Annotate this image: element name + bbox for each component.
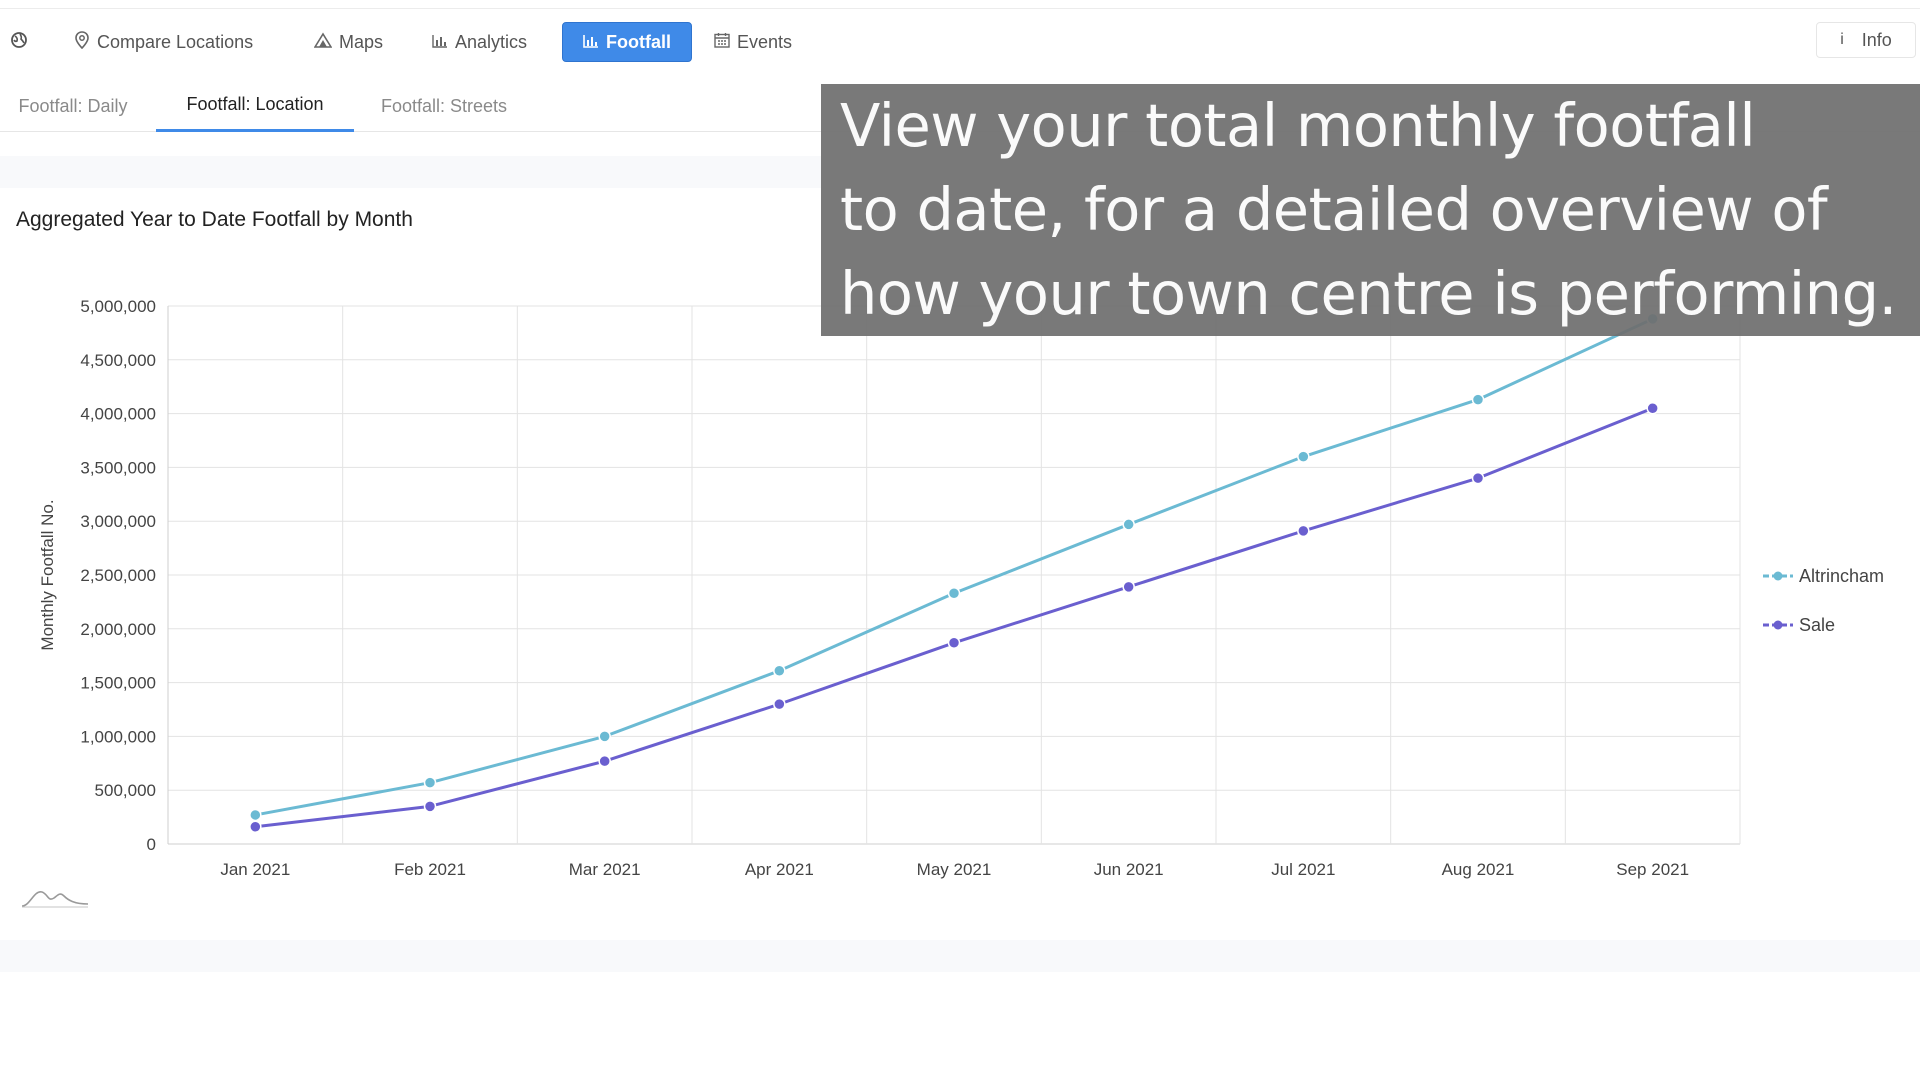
data-point-sale	[1297, 524, 1310, 538]
data-point-sale	[947, 636, 961, 650]
y-tick-label: 3,000,000	[80, 512, 156, 531]
section-band-bottom	[0, 940, 1920, 972]
wave-logo-icon	[22, 891, 89, 908]
top-divider	[0, 8, 1920, 9]
y-tick-label: 2,500,000	[80, 566, 156, 585]
x-tick-label: Apr 2021	[745, 860, 814, 879]
tab-footfall-streets[interactable]: Footfall: Streets	[368, 80, 520, 132]
nav-events[interactable]: Events	[714, 22, 792, 62]
data-point-sale	[1122, 580, 1135, 594]
y-tick-label: 3,500,000	[80, 458, 156, 477]
x-tick-label: Jun 2021	[1094, 860, 1164, 879]
y-tick-label: 0	[147, 835, 156, 854]
series-line-sale	[255, 406, 1654, 829]
nav-analytics-label: Analytics	[455, 31, 528, 52]
mountain-icon	[313, 31, 333, 53]
nav-compare-locations[interactable]: Compare Locations	[74, 22, 253, 62]
nav-events-label: Events	[737, 31, 793, 52]
legend-item-sale[interactable]: Sale	[1763, 611, 1884, 639]
bar-chart-icon	[583, 32, 599, 53]
data-point-sale	[249, 820, 262, 834]
main-nav: Compare Locations Maps Analytics Footfal…	[0, 20, 1920, 64]
tab-footfall-daily-label: Footfall: Daily	[18, 95, 128, 116]
y-tick-label: 1,000,000	[80, 727, 156, 746]
tab-footfall-streets-label: Footfall: Streets	[380, 95, 508, 116]
nav-footfall-label: Footfall	[606, 31, 671, 52]
info-button[interactable]: i Info	[1816, 22, 1916, 58]
data-point-altrincham	[1471, 393, 1485, 406]
y-axis-label: Monthly Footfall No.	[38, 499, 57, 650]
promo-overlay: View your total monthly footfall to date…	[821, 84, 1920, 336]
bar-chart-icon	[432, 32, 448, 53]
y-tick-label: 4,000,000	[80, 405, 156, 424]
x-tick-label: Feb 2021	[394, 860, 466, 879]
data-point-sale	[1471, 471, 1485, 485]
nav-analytics[interactable]: Analytics	[432, 22, 527, 62]
legend-item-altrincham[interactable]: Altrincham	[1763, 562, 1884, 590]
nav-footfall[interactable]: Footfall	[562, 22, 692, 62]
data-point-altrincham	[598, 730, 611, 743]
data-point-altrincham	[1122, 518, 1135, 531]
legend-label-sale: Sale	[1799, 614, 1836, 635]
data-point-altrincham	[1297, 450, 1310, 463]
data-point-altrincham	[423, 776, 437, 789]
data-point-sale	[598, 754, 611, 768]
panel-title: Aggregated Year to Date Footfall by Mont…	[16, 208, 413, 231]
globe-icon[interactable]	[9, 30, 29, 50]
info-button-label: Info	[1861, 29, 1892, 50]
footfall-line-chart: 0 500,000 1,000,000 1,500,000 2,000,000 2,500…	[38, 297, 1741, 879]
data-point-sale	[1646, 401, 1659, 415]
data-point-altrincham	[947, 587, 961, 600]
series-line-altrincham	[255, 317, 1654, 817]
tab-footfall-daily[interactable]: Footfall: Daily	[0, 80, 146, 132]
map-pin-icon	[74, 30, 90, 54]
legend-swatch-altrincham	[1763, 571, 1793, 581]
y-tick-label: 2,000,000	[80, 620, 156, 639]
y-tick-label: 500,000	[95, 781, 156, 800]
tab-footfall-location-label: Footfall: Location	[186, 94, 324, 114]
nav-maps-label: Maps	[339, 31, 384, 52]
legend-label-altrincham: Altrincham	[1799, 565, 1885, 586]
x-tick-label: Jul 2021	[1271, 860, 1335, 879]
data-point-sale	[423, 800, 437, 813]
info-icon: i	[1840, 31, 1844, 48]
nav-maps[interactable]: Maps	[313, 22, 384, 62]
overlay-line-3: how your town centre is performing.	[840, 259, 1897, 328]
data-point-sale	[773, 697, 786, 711]
overlay-line-2: to date, for a detailed overview of	[840, 175, 1828, 244]
legend-swatch-sale	[1763, 620, 1793, 630]
x-tick-label: May 2021	[917, 860, 992, 879]
x-tick-label: Jan 2021	[220, 860, 290, 879]
x-tick-label: Sep 2021	[1616, 860, 1689, 879]
chart-legend: Altrincham Sale	[1763, 562, 1884, 660]
x-tick-label: Aug 2021	[1442, 860, 1515, 879]
tab-footfall-location[interactable]: Footfall: Location	[156, 80, 354, 132]
data-point-altrincham	[773, 664, 786, 678]
data-point-altrincham	[249, 808, 262, 822]
calendar-icon	[714, 32, 730, 53]
y-tick-label: 1,500,000	[80, 674, 156, 693]
y-tick-label: 5,000,000	[80, 297, 156, 316]
overlay-line-1: View your total monthly footfall	[840, 91, 1756, 160]
x-tick-label: Mar 2021	[569, 860, 641, 879]
y-tick-label: 4,500,000	[80, 351, 156, 370]
nav-compare-locations-label: Compare Locations	[97, 31, 254, 52]
